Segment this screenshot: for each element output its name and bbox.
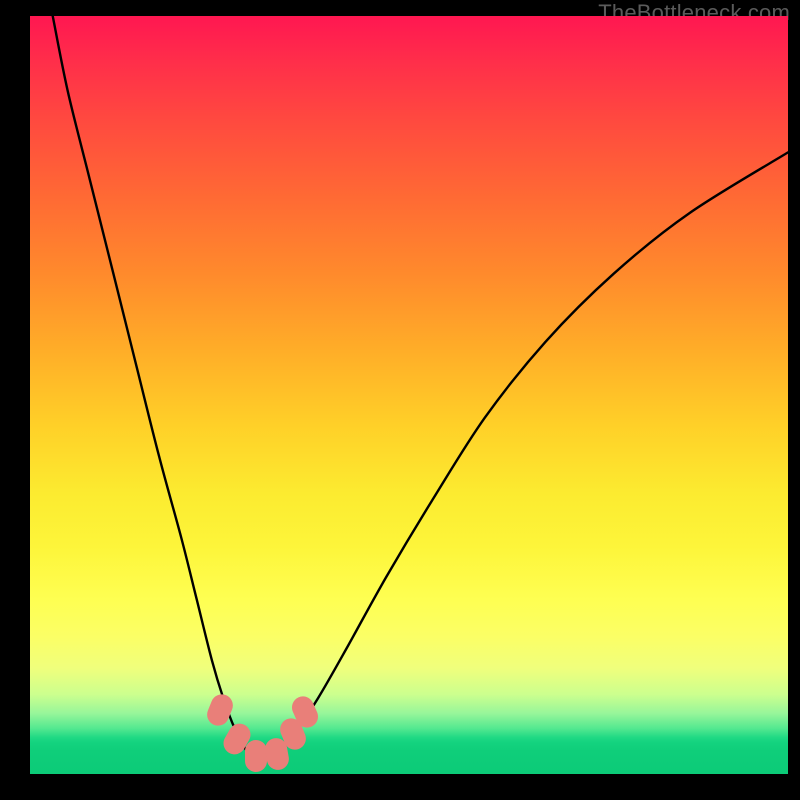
chart-stage: TheBottleneck.com — [0, 0, 800, 800]
curve-svg — [30, 16, 788, 774]
dip-marker — [245, 740, 267, 772]
plot-area — [30, 16, 788, 774]
bottleneck-curve-path — [53, 16, 788, 757]
